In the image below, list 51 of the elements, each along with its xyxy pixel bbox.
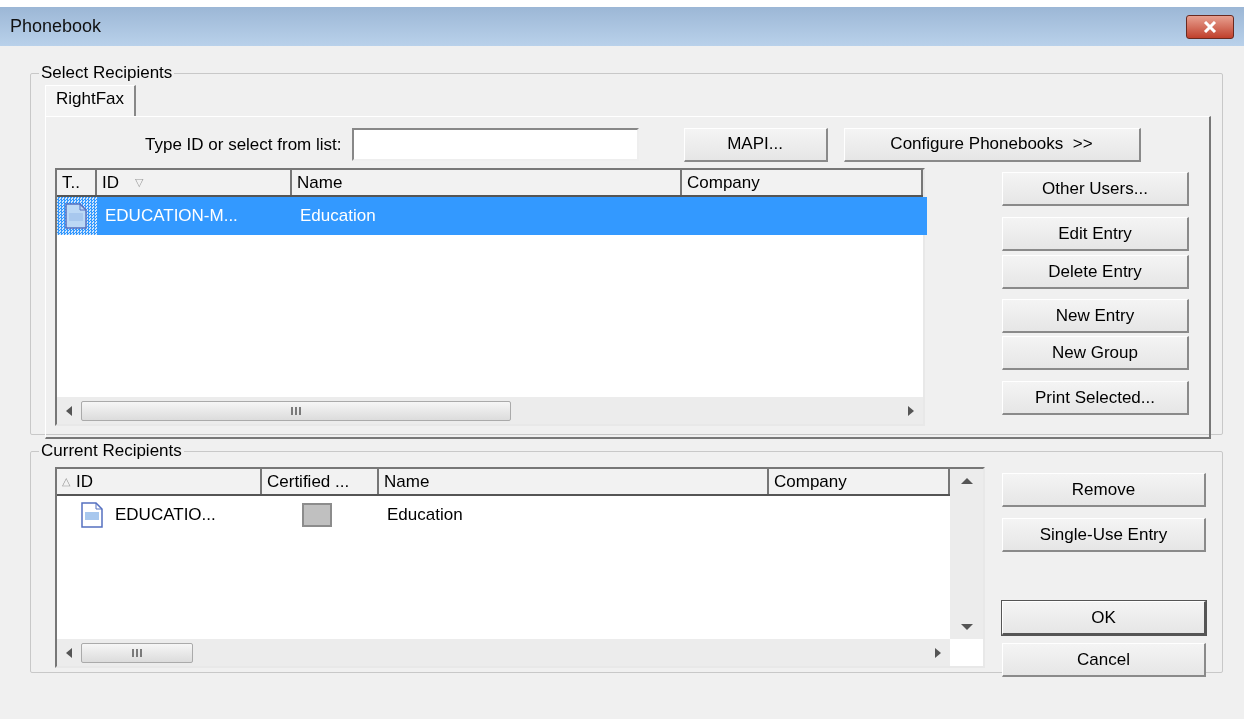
sort-arrow-icon: ▽ <box>135 176 143 189</box>
document-icon <box>81 502 103 528</box>
column-label: T.. <box>62 172 80 193</box>
grip-icon <box>132 647 142 658</box>
scroll-up-icon <box>959 477 974 485</box>
scroll-down-icon <box>959 623 974 631</box>
list-row[interactable]: EDUCATIO... Education <box>57 496 950 534</box>
checkbox[interactable] <box>302 503 332 527</box>
button[interactable]: Cancel <box>1002 643 1206 677</box>
group-title: Select Recipients <box>40 63 174 83</box>
column-label: ID <box>76 471 93 492</box>
close-button[interactable] <box>1186 14 1234 39</box>
id-input-field[interactable] <box>351 128 639 161</box>
sort-arrow-icon: △ <box>62 475 70 488</box>
document-icon <box>65 203 87 229</box>
column-label: Name <box>297 172 343 193</box>
tab[interactable]: RightFax <box>45 85 137 116</box>
ok-button[interactable]: OK <box>1002 601 1206 635</box>
column-label: Name <box>384 471 430 492</box>
grip-icon <box>291 405 301 416</box>
button[interactable]: Print Selected... <box>1002 381 1189 415</box>
scroll-right-icon <box>907 404 915 417</box>
close-icon <box>1203 20 1217 33</box>
button[interactable]: Edit Entry <box>1002 217 1189 251</box>
vertical-scrollbar[interactable] <box>950 469 983 639</box>
button[interactable]: Remove <box>1002 473 1206 507</box>
button[interactable]: New Group <box>1002 336 1189 370</box>
group-title: Current Recipients <box>40 441 183 461</box>
mapi-button[interactable]: MAPI... <box>683 127 828 162</box>
column-label: ID <box>102 172 119 193</box>
button[interactable]: Single-Use Entry <box>1002 518 1206 552</box>
horizontal-scrollbar[interactable] <box>57 397 923 424</box>
scrollbar-thumb[interactable] <box>81 400 511 421</box>
table-cell: EDUCATION-M... <box>97 197 292 235</box>
horizontal-scrollbar[interactable] <box>57 639 950 666</box>
scrollbar-thumb[interactable] <box>81 642 193 663</box>
table-cell: Education <box>292 197 927 235</box>
table-cell: EDUCATIO... <box>115 505 216 525</box>
button[interactable]: Delete Entry <box>1002 255 1189 289</box>
field-label: Type ID or select from list: <box>145 134 342 155</box>
scroll-left-icon <box>65 646 73 659</box>
column-label: Company <box>687 172 760 193</box>
button[interactable]: Other Users... <box>1002 172 1189 206</box>
scroll-right-icon <box>934 646 942 659</box>
column-label: Company <box>774 471 847 492</box>
column-label: Certified ... <box>267 471 350 492</box>
window-title: Phonebook <box>10 16 102 37</box>
configure-phonebooks-button[interactable]: Configure Phonebooks >> <box>843 127 1141 162</box>
scroll-left-icon <box>65 404 73 417</box>
button[interactable]: New Entry <box>1002 299 1189 333</box>
table-cell-text: Education <box>386 504 464 526</box>
